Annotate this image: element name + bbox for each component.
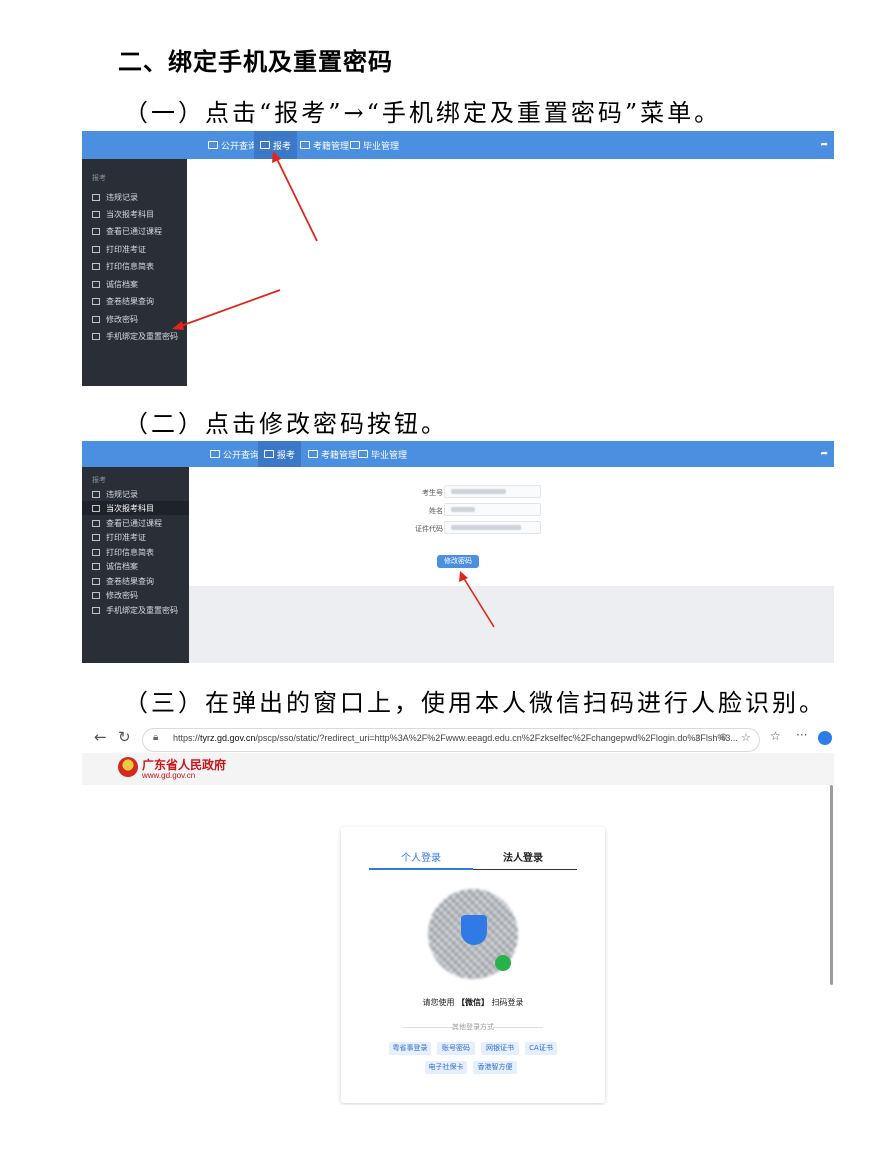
- url-text: https://tyrz.gd.gov.cn/pscp/sso/static/?…: [173, 733, 738, 743]
- gov-header: 广东省人民政府 www.gd.gov.cn: [82, 753, 834, 785]
- login-method-ca-cert[interactable]: CA证书: [525, 1042, 557, 1055]
- url-rest: /pscp/sso/static/?redirect_uri=http%3A%2…: [255, 733, 738, 743]
- tab-legal-login[interactable]: 法人登录: [503, 849, 543, 864]
- login-method-password[interactable]: 账号密码: [437, 1042, 475, 1055]
- section-heading: 二、绑定手机及重置密码: [118, 48, 393, 76]
- screenshot-form: 公开查询 报考 考籍管理 毕业管理 ➦ 报考 违规记录 当次报考科目 查看已通过…: [82, 441, 834, 663]
- login-method-yueshengshi[interactable]: 粤省事登录: [389, 1042, 431, 1055]
- login-method-bank-cert[interactable]: 网银证书: [481, 1042, 519, 1055]
- step-1-text: （一）点击“报考”→“手机绑定及重置密码”菜单。: [124, 99, 722, 127]
- red-arrow-annotations: [172, 151, 318, 330]
- url-prefix: https://: [173, 733, 201, 743]
- tab-underline: [473, 869, 577, 870]
- tab-personal-login[interactable]: 个人登录: [401, 849, 441, 864]
- tab-underline-active: [369, 868, 473, 870]
- login-card: 个人登录 法人登录 请您使用 【微信】 扫码登录 其他登录方式 粤省事登录 账号…: [341, 827, 605, 1103]
- address-bar[interactable]: 🔒︎ https://tyrz.gd.gov.cn/pscp/sso/stati…: [142, 728, 760, 752]
- more-icon[interactable]: ···: [796, 728, 807, 742]
- step-3-text: （三）在弹出的窗口上，使用本人微信扫码进行人脸识别。: [124, 689, 826, 717]
- screenshot-menu: 公开查询 报考 考籍管理 毕业管理 ➦ 报考 违规记录 当次报考科目 查看已通过…: [82, 131, 834, 386]
- url-host: tyrz.gd.gov.cn: [200, 733, 256, 743]
- scan-hint-post: 扫码登录: [491, 998, 524, 1007]
- scan-hint-pre: 请您使用: [422, 998, 455, 1007]
- screenshot-browser: ← ↻ 🔒︎ https://tyrz.gd.gov.cn/pscp/sso/s…: [82, 725, 834, 1105]
- login-method-social-card[interactable]: 电子社保卡: [425, 1061, 467, 1074]
- zoom-icon[interactable]: ⌕: [695, 732, 701, 743]
- other-methods-label: 其他登录方式: [452, 1023, 494, 1031]
- wechat-icon: [495, 955, 511, 971]
- lock-icon: 🔒︎: [153, 732, 159, 743]
- login-method-iamsmart[interactable]: 香港智方便: [473, 1061, 517, 1074]
- step-2-text: （二）点击修改密码按钮。: [124, 410, 448, 438]
- scan-hint: 请您使用 【微信】 扫码登录: [341, 997, 605, 1008]
- gov-site-url: www.gd.gov.cn: [142, 771, 196, 780]
- reload-icon[interactable]: ↻: [118, 728, 131, 746]
- copilot-icon[interactable]: [818, 731, 832, 745]
- red-arrow-annotation: [459, 571, 495, 628]
- extension-icon[interactable]: ⊛: [719, 732, 727, 743]
- back-icon[interactable]: ←: [94, 728, 107, 746]
- national-emblem-icon: [118, 757, 138, 777]
- favorite-star-icon[interactable]: ☆: [741, 731, 751, 744]
- scan-hint-app: 【微信】: [457, 998, 489, 1007]
- scrollbar[interactable]: [830, 785, 833, 985]
- favorites-icon[interactable]: ☆: [770, 729, 781, 743]
- shield-icon: [461, 915, 487, 945]
- divider-right: [493, 1027, 543, 1028]
